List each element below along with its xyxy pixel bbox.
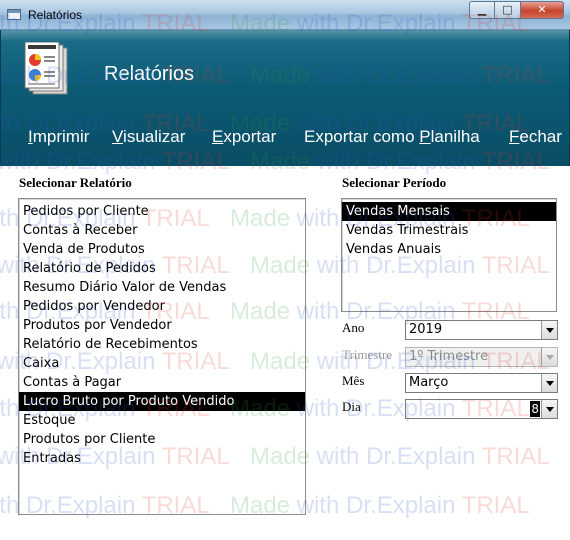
report-list-item[interactable]: Resumo Diário Valor de Vendas	[19, 278, 305, 297]
month-value: Março	[409, 375, 449, 390]
quarter-value: 1º Trimestre	[409, 349, 489, 364]
quarter-dropdown: 1º Trimestre	[405, 347, 558, 367]
report-list-item[interactable]: Lucro Bruto por Produto Vendido	[19, 392, 305, 411]
report-list-item[interactable]: Estoque	[19, 411, 305, 430]
page-title: Relatórios	[104, 63, 195, 85]
toolbar-menu: Imprimir Visualizar Exportar Exportar co…	[1, 127, 570, 153]
period-listbox[interactable]: Vendas Mensais Vendas Trimestrais Vendas A…	[341, 198, 557, 312]
maximize-button[interactable]: □	[495, 1, 521, 19]
year-value: 2019	[409, 322, 443, 337]
preview-button[interactable]: Visualizar	[112, 127, 185, 147]
report-list-item[interactable]: Contas à Pagar	[19, 373, 305, 392]
report-list-item[interactable]: Venda de Produtos	[19, 240, 305, 259]
period-list-item[interactable]: Vendas Trimestrais	[342, 221, 556, 240]
window-titlebar: Relatórios ▁ □ ✕	[0, 0, 570, 30]
close-button[interactable]: Fechar	[509, 127, 562, 147]
period-list-item[interactable]: Vendas Anuais	[342, 240, 556, 259]
day-dropdown[interactable]: 8	[405, 399, 558, 419]
report-listbox[interactable]: Pedidos por Cliente Contas à Receber Venda…	[18, 198, 306, 515]
select-period-label: Selecionar Período	[342, 175, 447, 190]
chevron-down-icon[interactable]	[541, 400, 557, 418]
report-list-item[interactable]: Produtos por Vendedor	[19, 316, 305, 335]
app-window-icon	[7, 9, 21, 20]
period-list-item[interactable]: Vendas Mensais	[342, 202, 556, 221]
header-band: Relatórios Imprimir Visualizar Exportar …	[0, 30, 570, 166]
report-list-item[interactable]: Relatório de Pedidos	[19, 259, 305, 278]
report-list-item[interactable]: Entradas	[19, 449, 305, 468]
print-button[interactable]: Imprimir	[28, 127, 89, 147]
window-title: Relatórios	[28, 8, 83, 22]
export-button[interactable]: Exportar	[212, 127, 276, 147]
chevron-down-icon	[541, 348, 557, 366]
report-list-item[interactable]: Produtos por Cliente	[19, 430, 305, 449]
report-list-item[interactable]: Contas à Receber	[19, 221, 305, 240]
report-list-item[interactable]: Pedidos por Vendedor	[19, 297, 305, 316]
reports-document-icon	[24, 42, 68, 95]
quarter-label: Trimestre	[342, 347, 393, 362]
year-dropdown[interactable]: 2019	[405, 320, 558, 340]
window-controls: ▁ □ ✕	[469, 1, 564, 19]
minimize-button[interactable]: ▁	[469, 1, 495, 19]
month-dropdown[interactable]: Março	[405, 373, 558, 393]
report-list-item[interactable]: Relatório de Recebimentos	[19, 335, 305, 354]
day-label: Dia	[342, 399, 361, 414]
report-list-item[interactable]: Caixa	[19, 354, 305, 373]
chevron-down-icon[interactable]	[541, 374, 557, 392]
report-list-item[interactable]: Pedidos por Cliente	[19, 202, 305, 221]
select-report-label: Selecionar Relatório	[19, 175, 132, 190]
chevron-down-icon[interactable]	[541, 321, 557, 339]
day-value: 8	[530, 401, 540, 417]
export-spreadsheet-button[interactable]: Exportar como Planilha	[304, 127, 480, 147]
month-label: Mês	[342, 373, 365, 388]
close-window-button[interactable]: ✕	[521, 1, 564, 19]
year-label: Ano	[342, 320, 365, 335]
